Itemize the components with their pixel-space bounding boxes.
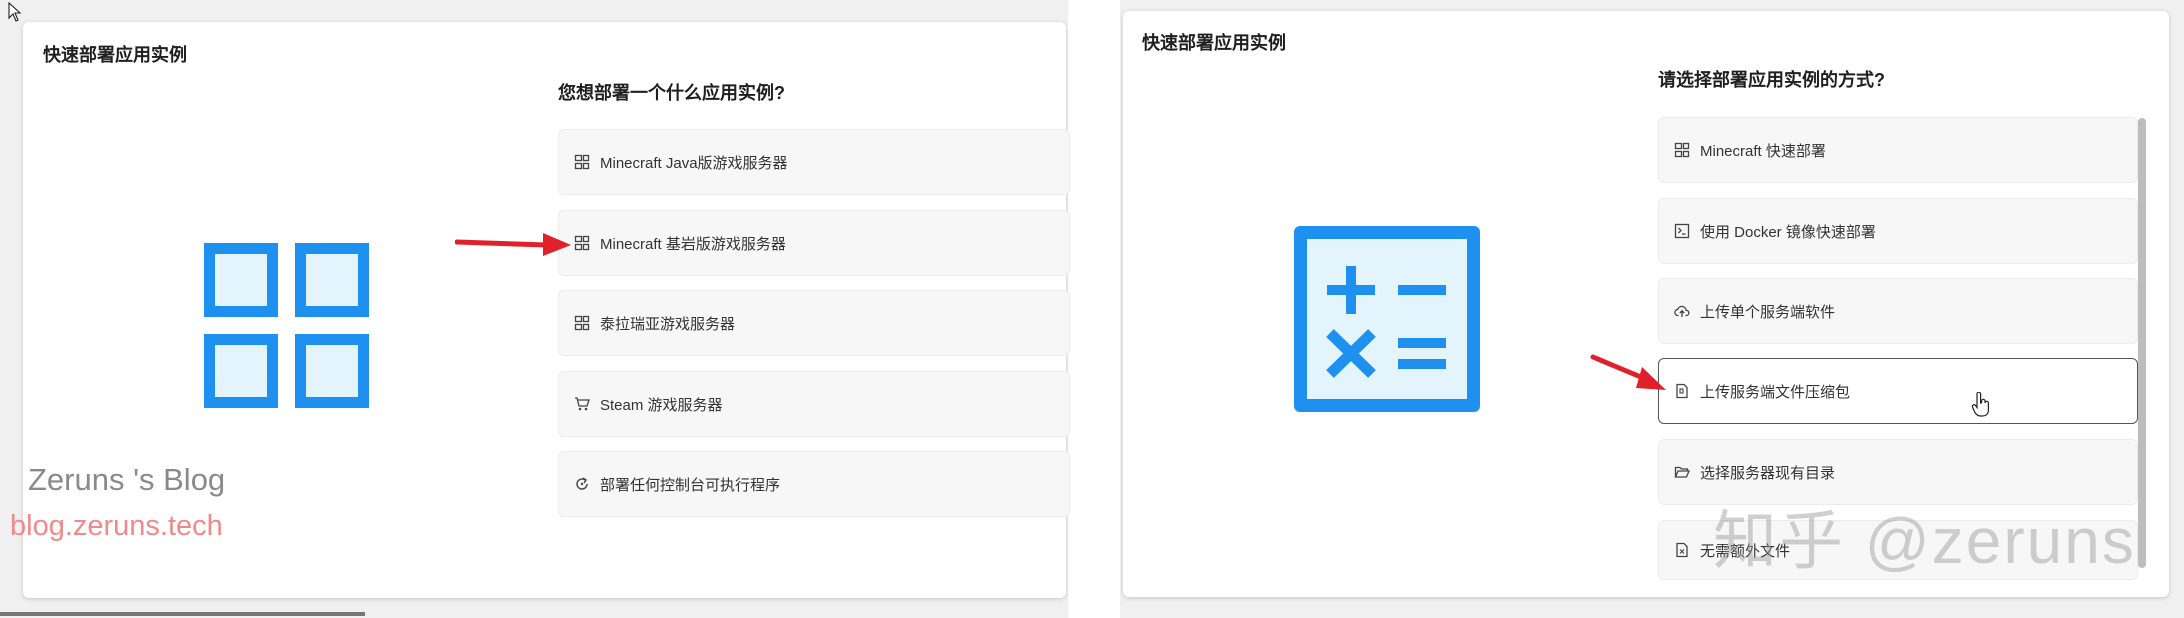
- annotation-arrow-left: [455, 233, 571, 256]
- calculator-illustration: [1294, 226, 1480, 412]
- option-minecraft-quick-deploy[interactable]: Minecraft 快速部署: [1658, 117, 2138, 183]
- panel-title: 快速部署应用实例: [1142, 33, 1286, 53]
- window-gap: [1068, 0, 1120, 618]
- option-steam[interactable]: Steam 游戏服务器: [558, 371, 1070, 437]
- server-icon: [574, 154, 590, 170]
- window-scrollbar: [0, 612, 365, 616]
- panel-title: 快速部署应用实例: [43, 45, 187, 65]
- server-icon: [1674, 142, 1690, 158]
- option-label: Minecraft Java版游戏服务器: [600, 154, 788, 172]
- options-scrollbar[interactable]: [2138, 118, 2146, 568]
- option-label: Steam 游戏服务器: [600, 396, 723, 414]
- option-label: Minecraft 快速部署: [1700, 142, 1826, 160]
- option-upload-server-archive[interactable]: 上传服务端文件压缩包: [1658, 358, 2138, 424]
- option-label: 上传服务端文件压缩包: [1700, 383, 1851, 401]
- cart-icon: [574, 396, 590, 412]
- file-x-icon: [1674, 542, 1690, 558]
- terminal-icon: [1674, 223, 1690, 239]
- server-icon: [574, 315, 590, 331]
- hand-pointer-icon: [1971, 392, 1989, 417]
- option-label: 使用 Docker 镜像快速部署: [1700, 223, 1876, 241]
- deploy-method-question: 请选择部署应用实例的方式?: [1658, 70, 1885, 90]
- option-label: 泰拉瑞亚游戏服务器: [600, 315, 736, 333]
- option-docker-deploy[interactable]: 使用 Docker 镜像快速部署: [1658, 198, 2138, 264]
- mouse-pointer-icon: [8, 2, 22, 22]
- blog-name-watermark: Zeruns 's Blog: [28, 462, 226, 497]
- option-terraria[interactable]: 泰拉瑞亚游戏服务器: [558, 290, 1070, 356]
- zhihu-watermark: 知乎 @zeruns: [1713, 505, 2136, 577]
- option-minecraft-java[interactable]: Minecraft Java版游戏服务器: [558, 129, 1070, 195]
- file-zip-icon: [1674, 383, 1690, 399]
- option-minecraft-bedrock[interactable]: Minecraft 基岩版游戏服务器: [558, 210, 1070, 276]
- option-label: 选择服务器现有目录: [1700, 464, 1836, 482]
- folder-open-icon: [1674, 464, 1690, 480]
- annotation-arrow-right: [1590, 354, 1666, 390]
- server-icon: [574, 235, 590, 251]
- option-upload-single-server[interactable]: 上传单个服务端软件: [1658, 278, 2138, 344]
- option-label: Minecraft 基岩版游戏服务器: [600, 235, 786, 253]
- cloud-upload-icon: [1674, 303, 1690, 319]
- deploy-question: 您想部署一个什么应用实例?: [558, 83, 785, 103]
- cycle-icon: [574, 476, 590, 492]
- option-console-program[interactable]: 部署任何控制台可执行程序: [558, 451, 1070, 517]
- option-label: 上传单个服务端软件: [1700, 303, 1836, 321]
- app-grid-illustration: [204, 243, 369, 408]
- blog-url-watermark: blog.zeruns.tech: [10, 510, 223, 542]
- option-label: 部署任何控制台可执行程序: [600, 476, 781, 494]
